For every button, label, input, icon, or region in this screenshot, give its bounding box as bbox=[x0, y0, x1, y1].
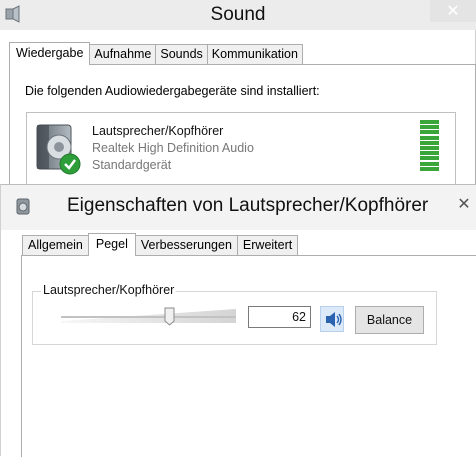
volume-value-field[interactable]: 62 bbox=[248, 306, 311, 328]
level-meter-bar bbox=[420, 166, 439, 171]
volume-slider-track[interactable] bbox=[61, 307, 236, 325]
checkmark-icon bbox=[59, 153, 81, 175]
tab-kommunikation[interactable]: Kommunikation bbox=[206, 44, 303, 65]
sound-title: Sound bbox=[210, 4, 266, 25]
device-status: Standardgerät bbox=[92, 158, 172, 172]
sound-dialog: Sound ✕ Wiedergabe Aufnahme Sounds Kommu… bbox=[0, 0, 476, 204]
tab-sounds[interactable]: Sounds bbox=[155, 44, 208, 65]
playback-description: Die folgenden Audiowiedergabegeräte sind… bbox=[25, 84, 320, 98]
device-list-item[interactable]: Lautsprecher/Kopfhörer Realtek High Defi… bbox=[26, 112, 456, 188]
sound-tab-strip: Wiedergabe Aufnahme Sounds Kommunikation bbox=[9, 42, 303, 65]
sound-titlebar: Sound ✕ bbox=[0, 0, 476, 30]
volume-slider-thumb[interactable] bbox=[164, 307, 175, 326]
level-meter-bar bbox=[420, 140, 439, 145]
properties-dialog: Eigenschaften von Lautsprecher/Kopfhörer… bbox=[0, 184, 476, 457]
close-icon: ✕ bbox=[446, 3, 460, 20]
playback-panel: Die folgenden Audiowiedergabegeräte sind… bbox=[9, 64, 476, 204]
level-meter-bar bbox=[420, 130, 439, 135]
sound-close-button[interactable]: ✕ bbox=[430, 0, 476, 22]
mute-button[interactable] bbox=[320, 306, 344, 332]
properties-titlebar: Eigenschaften von Lautsprecher/Kopfhörer… bbox=[1, 185, 476, 230]
levels-panel: Lautsprecher/Kopfhörer 62 Balance bbox=[21, 255, 476, 457]
device-name: Lautsprecher/Kopfhörer bbox=[92, 124, 224, 138]
level-meter-bar bbox=[420, 156, 439, 161]
level-meter-bar bbox=[420, 146, 439, 150]
properties-close-button[interactable]: ✕ bbox=[451, 190, 476, 218]
properties-tab-strip: Allgemein Pegel Verbesserungen Erweitert bbox=[22, 233, 299, 256]
tab-allgemein[interactable]: Allgemein bbox=[22, 235, 89, 256]
level-meter-bar bbox=[420, 135, 439, 140]
properties-title: Eigenschaften von Lautsprecher/Kopfhörer bbox=[67, 195, 429, 216]
speaker-volume-icon bbox=[321, 312, 345, 336]
tab-pegel[interactable]: Pegel bbox=[87, 233, 136, 256]
balance-button[interactable]: Balance bbox=[355, 306, 424, 334]
level-meter bbox=[420, 120, 439, 172]
volume-group-label: Lautsprecher/Kopfhörer bbox=[41, 283, 177, 297]
speaker-app-icon bbox=[15, 197, 33, 215]
level-meter-bar bbox=[420, 161, 439, 166]
tab-erweitert[interactable]: Erweitert bbox=[236, 235, 299, 256]
device-driver: Realtek High Definition Audio bbox=[92, 141, 254, 155]
tab-aufnahme[interactable]: Aufnahme bbox=[89, 44, 157, 65]
close-icon: ✕ bbox=[457, 196, 471, 213]
volume-group: Lautsprecher/Kopfhörer 62 Balance bbox=[32, 283, 437, 345]
tab-wiedergabe[interactable]: Wiedergabe bbox=[9, 42, 91, 65]
level-meter-bar bbox=[420, 120, 439, 124]
level-meter-bar bbox=[420, 151, 439, 156]
tab-verbesserungen[interactable]: Verbesserungen bbox=[134, 235, 238, 256]
level-meter-bar bbox=[420, 125, 439, 130]
